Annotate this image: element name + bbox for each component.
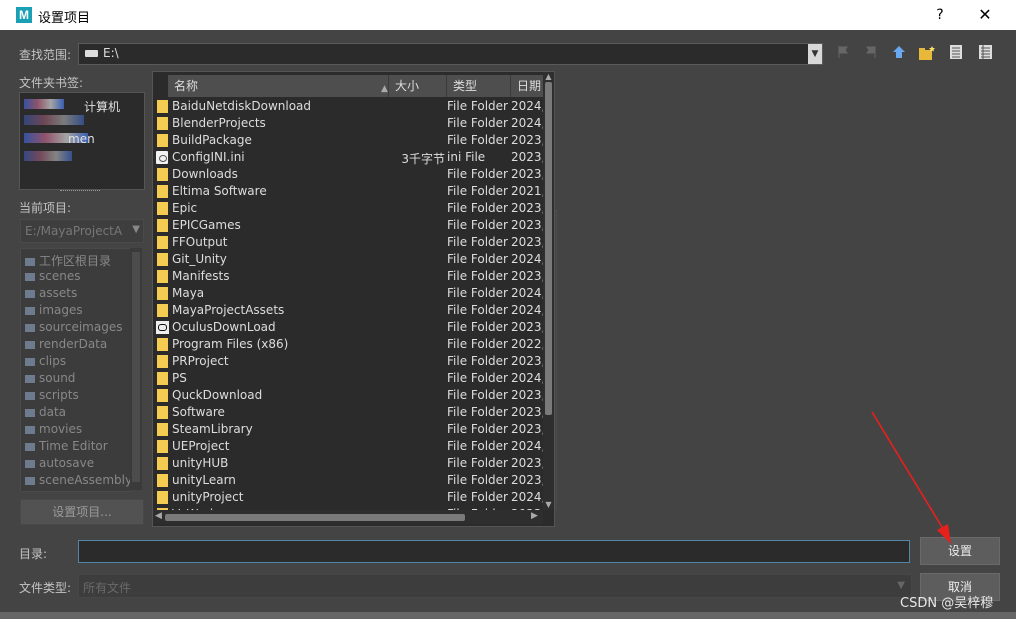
annotation-arrow <box>871 411 951 544</box>
